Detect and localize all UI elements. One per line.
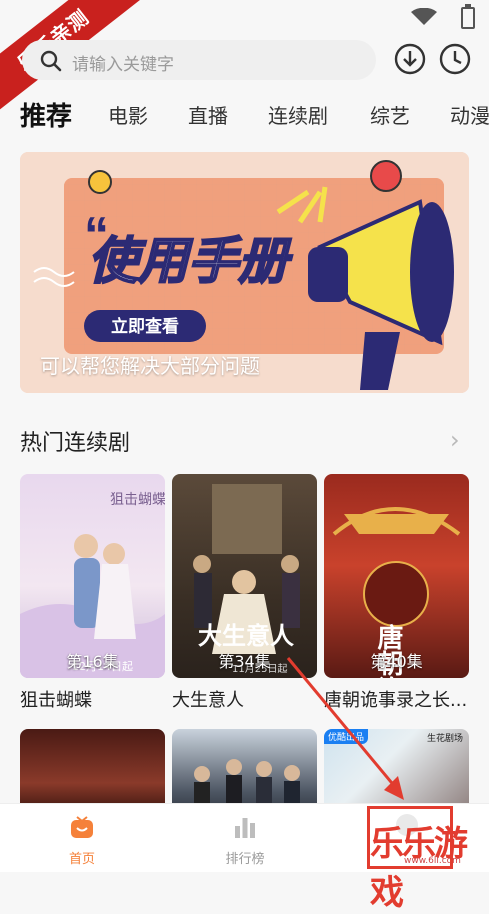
chevron-right-icon[interactable]: › xyxy=(450,426,460,454)
banner-heading: 使用手册 xyxy=(88,232,293,290)
tab-anime[interactable]: 动漫 xyxy=(450,100,489,129)
svg-text:大生意人: 大生意人 xyxy=(198,621,294,650)
annotation-highlight-box xyxy=(367,806,453,869)
tab-series[interactable]: 连续剧 xyxy=(268,100,328,129)
drama-title[interactable]: 狙击蝴蝶 xyxy=(20,686,92,712)
battery-icon xyxy=(461,4,475,29)
drama-card[interactable]: 唐朝诡事录 第40集 xyxy=(324,474,469,678)
tab-live[interactable]: 直播 xyxy=(188,100,228,129)
banner-caption: 可以帮您解决大部分问题 xyxy=(40,354,260,378)
nav-ranking-label: 排行榜 xyxy=(225,852,265,867)
tab-movies[interactable]: 电影 xyxy=(108,100,148,129)
download-icon[interactable] xyxy=(393,42,427,76)
search-placeholder: 请输入关键字 xyxy=(72,55,174,75)
bar-chart-icon xyxy=(235,818,255,838)
annotation-arrow xyxy=(286,657,404,800)
banner-button[interactable]: 立即查看 xyxy=(111,316,179,337)
category-tabs: 推荐 电影 直播 连续剧 综艺 动漫 xyxy=(0,96,489,136)
tab-variety[interactable]: 综艺 xyxy=(370,100,410,129)
drama-card[interactable]: 大生意人 11月25日起 第34集 xyxy=(172,474,317,678)
producer-badge: 生花剧场 xyxy=(426,734,463,744)
drama-title[interactable]: 大生意人 xyxy=(172,686,244,712)
search-icon xyxy=(40,50,62,72)
section-title: 热门连续剧 xyxy=(20,431,131,456)
drama-card[interactable]: 狙击蝴蝶 12月14日起 第16集 xyxy=(20,474,165,678)
search-input[interactable]: 请输入关键字 xyxy=(22,40,376,80)
episode-count: 第16集 xyxy=(66,652,119,671)
tab-recommend[interactable]: 推荐 xyxy=(20,96,72,133)
manual-banner[interactable]: “ 使用手册 立即查看 可以帮您解决大部分问题 xyxy=(20,152,469,393)
signal-icon xyxy=(411,8,437,25)
nav-ranking[interactable]: 排行榜 xyxy=(195,814,295,867)
nav-home-label: 首页 xyxy=(68,852,95,867)
history-clock-icon[interactable] xyxy=(438,42,472,76)
home-icon xyxy=(71,816,93,838)
svg-text:狙击蝴蝶: 狙击蝴蝶 xyxy=(110,492,165,508)
nav-home[interactable]: 首页 xyxy=(32,814,132,867)
